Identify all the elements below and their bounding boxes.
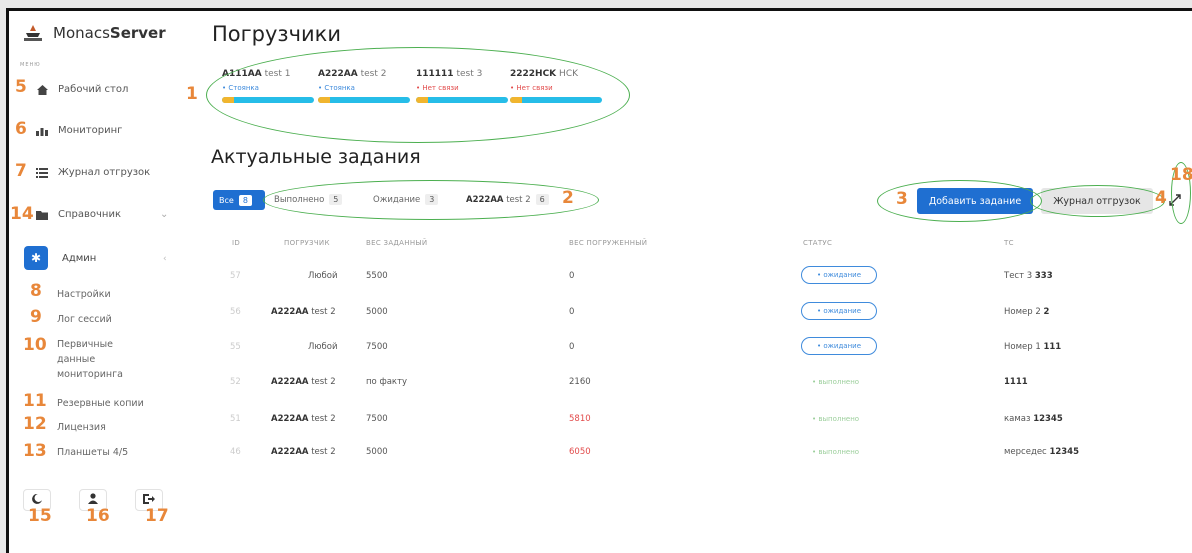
annotation-label: 3 — [896, 189, 908, 209]
cell-loader: A222AA test 2 — [271, 414, 336, 424]
sidebar-item-admin[interactable]: ✱ Админ — [24, 246, 96, 270]
cell-weight-set: 5000 — [366, 447, 388, 457]
status-badge: • ожидание — [801, 266, 877, 284]
home-icon — [36, 84, 48, 95]
cell-vehicle: мерседес 12345 — [1004, 447, 1080, 457]
annotation-label: 14 — [10, 204, 34, 224]
cell-vehicle: 1111 — [1004, 377, 1028, 387]
cell-vehicle: Номер 1 111 — [1004, 342, 1062, 352]
user-icon — [88, 493, 98, 507]
annotation-oval-loaders — [206, 47, 630, 143]
cell-weight-loaded: 2160 — [569, 377, 591, 387]
cell-id: 57 — [230, 271, 241, 281]
logo-icon — [23, 24, 43, 42]
cell-id: 52 — [230, 377, 241, 387]
chevron-down-icon[interactable]: ⌄ — [160, 209, 168, 220]
filter-all-button[interactable]: Все 8 — [213, 190, 265, 210]
annotation-label: 18 — [1170, 165, 1192, 185]
cell-id: 46 — [230, 447, 241, 457]
cell-weight-loaded: 0 — [569, 271, 575, 281]
column-header: ПОГРУЗЧИК — [284, 239, 330, 247]
cell-weight-set: по факту — [366, 377, 408, 387]
annotation-label: 6 — [15, 119, 27, 139]
cell-weight-set: 5000 — [366, 307, 388, 317]
annotation-label: 10 — [23, 335, 47, 355]
cell-weight-loaded: 0 — [569, 342, 575, 352]
app-logo[interactable]: MonacsServer — [23, 24, 166, 42]
cell-loader: A222AA test 2 — [271, 447, 336, 457]
sidebar-subitem-session-log[interactable]: Лог сессий — [57, 312, 147, 327]
tasks-title: Актуальные задания — [211, 146, 421, 168]
annotation-label: 5 — [15, 77, 27, 97]
cell-id: 51 — [230, 414, 241, 424]
annotation-oval-filters — [263, 180, 599, 220]
annotation-label: 12 — [23, 414, 47, 434]
sidebar-subitem-monitoring-data[interactable]: Первичные данные мониторинга — [57, 337, 137, 382]
logout-icon — [143, 493, 155, 507]
sidebar-item-label: Рабочий стол — [58, 84, 129, 95]
annotation-label: 1 — [186, 84, 198, 104]
moon-icon — [32, 493, 42, 507]
cell-loader: A222AA test 2 — [271, 307, 336, 317]
cell-loader: Любой — [308, 271, 338, 281]
annotation-label: 4 — [1155, 188, 1167, 208]
cell-weight-set: 7500 — [366, 342, 388, 352]
sidebar-item-journal[interactable]: Журнал отгрузок — [36, 167, 150, 178]
annotation-label: 7 — [15, 161, 27, 181]
sidebar-item-label: Мониторинг — [58, 125, 123, 136]
sidebar-item-label: Журнал отгрузок — [58, 167, 151, 178]
app-name-bold: Server — [109, 24, 166, 42]
sidebar-subitem-tablets[interactable]: Планшеты 4/5 — [57, 445, 147, 460]
sidebar-subitem-settings[interactable]: Настройки — [57, 287, 147, 302]
column-header: ВЕС ЗАДАННЫЙ — [366, 239, 428, 247]
cell-weight-loaded: 6050 — [569, 447, 591, 457]
menu-caption: МЕНЮ — [20, 62, 41, 68]
app-name-light: Monacs — [53, 24, 110, 42]
annotation-label: 9 — [30, 307, 42, 327]
sidebar-subitem-license[interactable]: Лицензия — [57, 420, 147, 435]
filter-label: Все — [219, 195, 234, 205]
status-badge: • выполнено — [812, 415, 860, 423]
cell-weight-loaded: 0 — [569, 307, 575, 317]
annotation-oval-journal-button — [1030, 185, 1165, 217]
status-badge: • выполнено — [812, 448, 860, 456]
loaders-title: Погрузчики — [212, 22, 341, 46]
cell-id: 55 — [230, 342, 241, 352]
cell-weight-set: 5500 — [366, 271, 388, 281]
status-badge: • выполнено — [812, 378, 860, 386]
folder-icon — [36, 210, 48, 220]
annotation-label: 17 — [145, 506, 169, 526]
annotation-label: 15 — [28, 506, 52, 526]
cell-vehicle: Тест 3 333 — [1004, 271, 1053, 281]
cell-vehicle: Номер 2 2 — [1004, 307, 1050, 317]
sidebar-item-label: Админ — [62, 252, 97, 264]
sidebar-item-monitoring[interactable]: Мониторинг — [36, 125, 122, 136]
annotation-label: 2 — [562, 188, 574, 208]
annotation-label: 11 — [23, 391, 47, 411]
sidebar-subitem-backups[interactable]: Резервные копии — [57, 396, 147, 411]
cell-loader: A222AA test 2 — [271, 377, 336, 387]
list-icon — [36, 167, 48, 178]
annotation-label: 8 — [30, 281, 42, 301]
annotation-label: 13 — [23, 441, 47, 461]
cell-weight-set: 7500 — [366, 414, 388, 424]
cell-loader: Любой — [308, 342, 338, 352]
cell-id: 56 — [230, 307, 241, 317]
column-header: ВЕС ПОГРУЖЕННЫЙ — [569, 239, 648, 247]
annotation-label: 16 — [86, 506, 110, 526]
sidebar-item-reference[interactable]: Справочник — [36, 209, 121, 220]
cell-weight-loaded: 5810 — [569, 414, 591, 424]
filter-count: 8 — [238, 194, 252, 206]
cell-vehicle: камаз 12345 — [1004, 414, 1063, 424]
column-header: ID — [232, 239, 241, 247]
sidebar-item-label: Справочник — [58, 209, 121, 220]
sidebar-item-dashboard[interactable]: Рабочий стол — [36, 84, 128, 95]
gear-icon: ✱ — [24, 246, 48, 270]
column-header: ТС — [1004, 239, 1014, 247]
column-header: СТАТУС — [803, 239, 833, 247]
status-badge: • ожидание — [801, 337, 877, 355]
status-badge: • ожидание — [801, 302, 877, 320]
chart-icon — [36, 126, 48, 136]
chevron-left-icon[interactable]: ‹ — [163, 254, 167, 264]
